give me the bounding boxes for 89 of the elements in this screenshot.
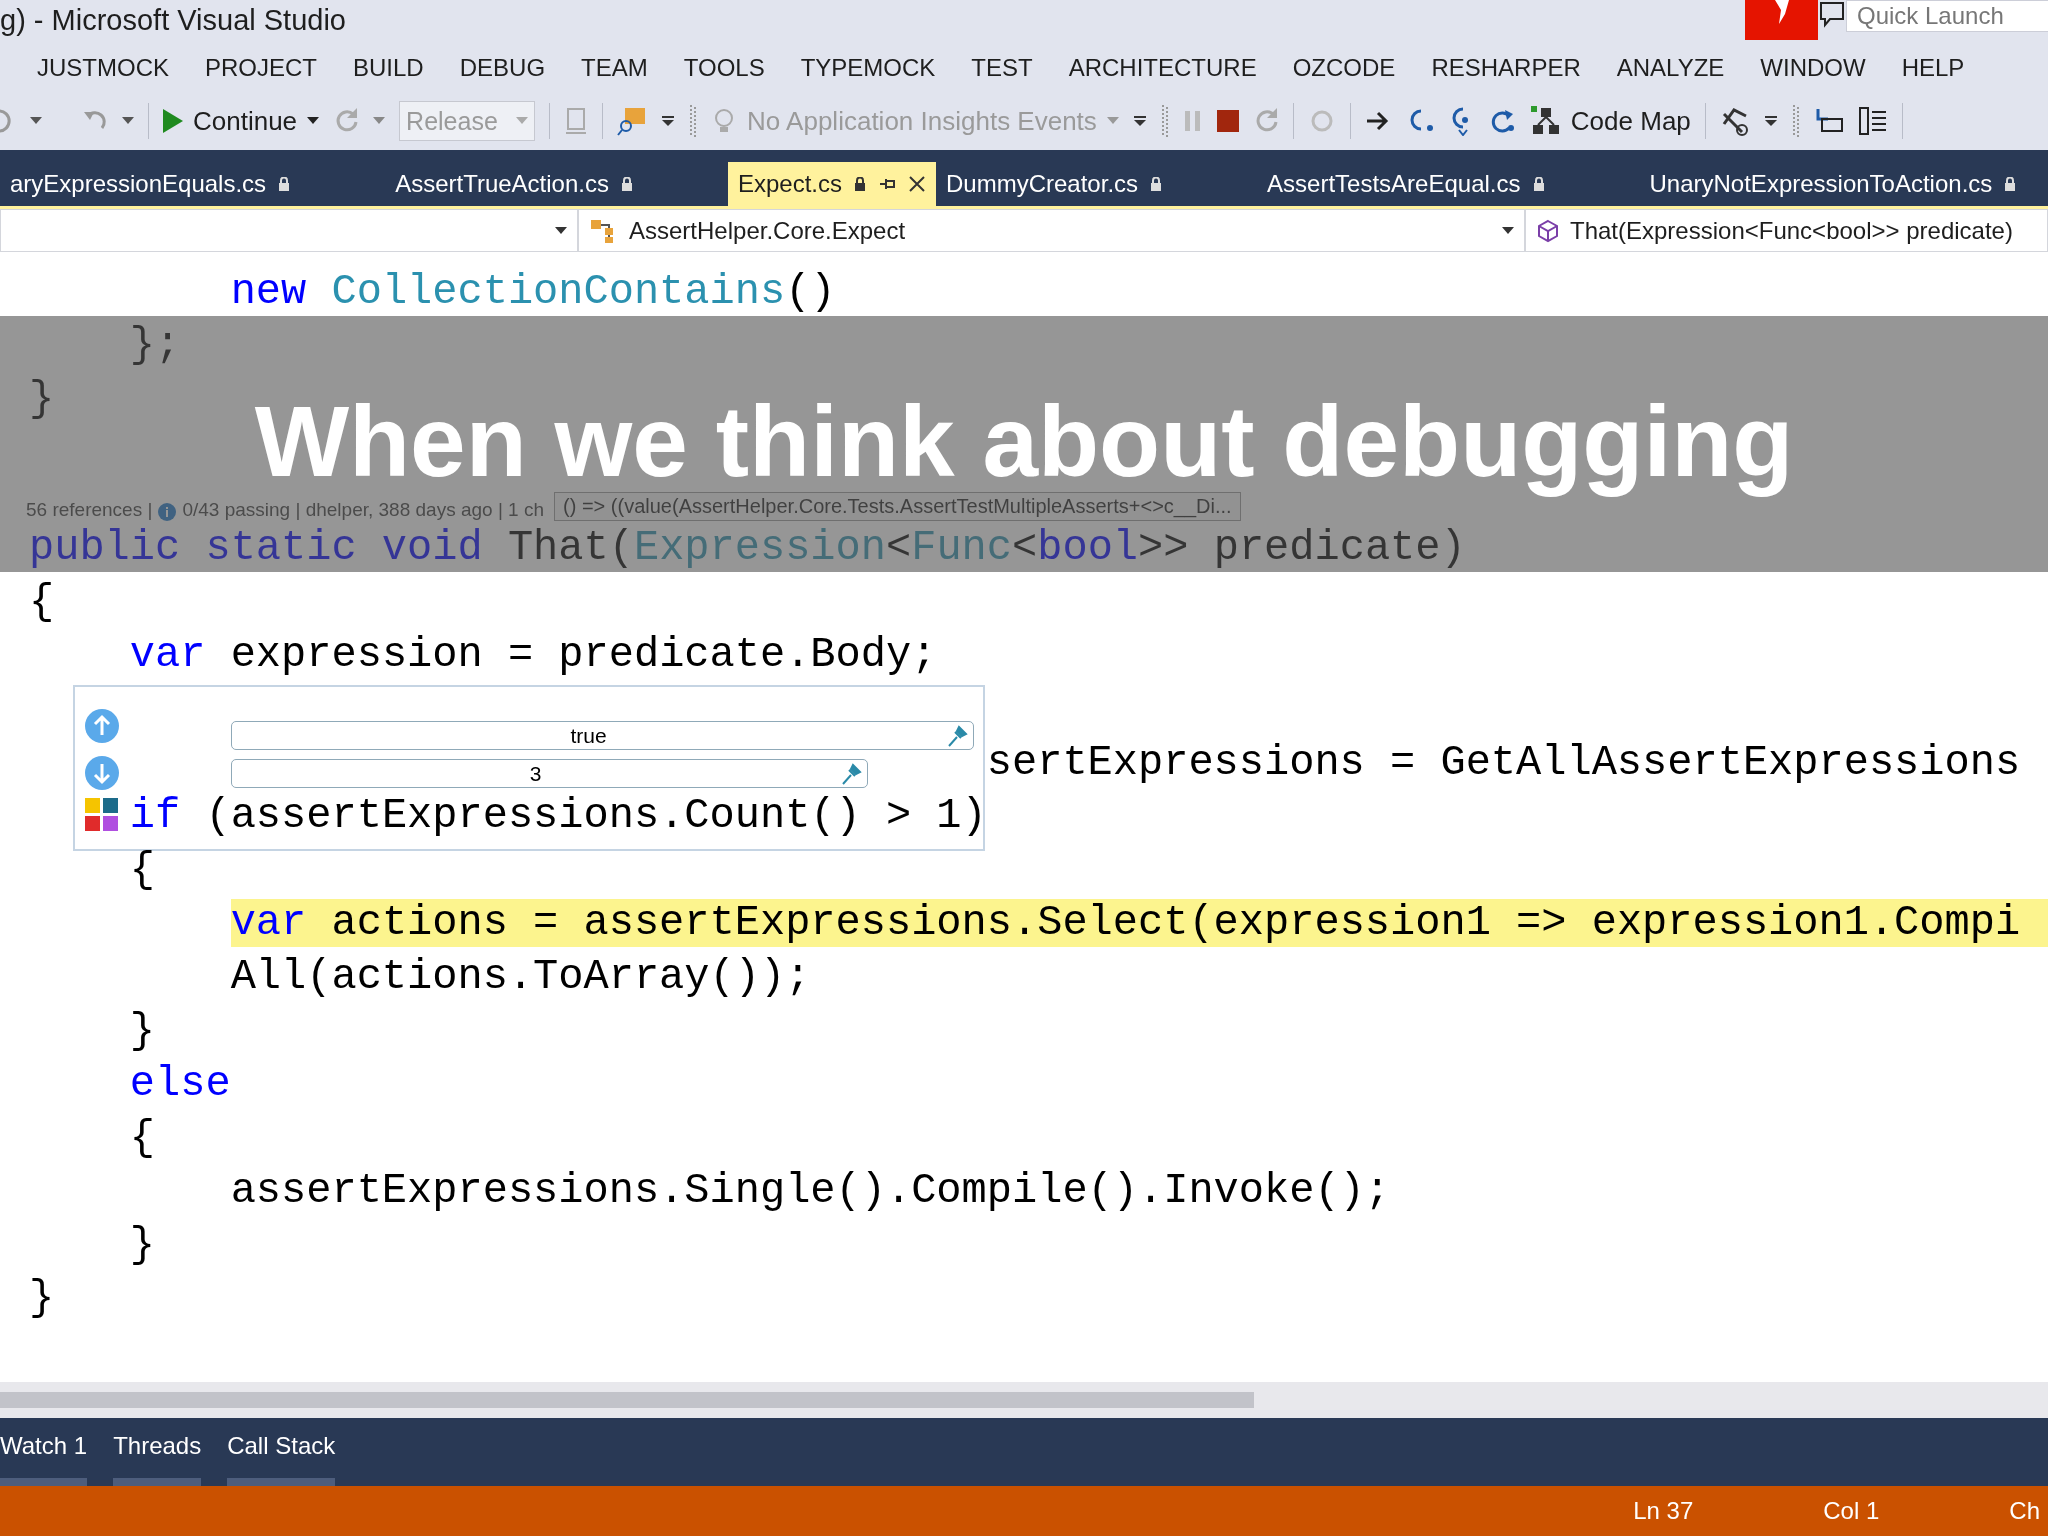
menu-item[interactable]: HELP [1901,54,1965,82]
code-line: public static void That(Expression<Func<bool>> predicate) [29,524,1466,573]
arrow-up-circle-icon [85,709,119,743]
scrollbar-thumb[interactable] [0,1392,1254,1408]
code-line: All(actions.ToArray()); [230,952,811,1001]
menu-item[interactable]: WINDOW [1760,54,1866,82]
caret-icon [30,117,42,125]
arrow-icon [1364,110,1391,132]
lock-icon [278,177,291,191]
status-text: Ln 37 [1633,1497,1694,1525]
member-dropdown[interactable]: That(Expression<Func<bool>> predicate) [1525,209,2048,252]
device-icon [564,107,589,135]
code-line: } [29,375,55,423]
lock-icon [854,177,866,191]
code-line: if (assertExpressions.Count() > 1) [129,792,987,841]
caret-icon [555,226,567,235]
caret-icon [122,117,134,125]
data-tip: () => ((value(AssertHelper.Core.Tests.AssertTestMultipleAsserts+<>c__Di... [554,492,1241,522]
menu-item[interactable]: JUSTMOCK [37,54,169,82]
pin-icon [839,761,863,786]
pin-icon [945,723,969,748]
lock-icon [2004,177,2017,191]
stop-icon [1216,110,1239,132]
code-line: { [29,577,55,626]
speech-bubble-icon [1818,0,1846,28]
code-line: else [129,1060,231,1109]
value-field: true [231,721,974,750]
menu-item[interactable]: TEST [971,54,1033,82]
caret-icon [307,117,320,125]
document-tab[interactable]: aryExpressionEquals.cs [0,162,301,206]
continue-button[interactable]: Continue [163,105,320,137]
menu-item[interactable]: ARCHITECTURE [1068,54,1257,82]
code-line: { [129,845,156,894]
document-tab[interactable]: DummyCreator.cs [936,162,1173,206]
list-icon [1857,106,1888,136]
document-tab[interactable]: AssertTestsAreEqual.cs [1257,162,1555,206]
document-tab[interactable]: UnaryNotExpressionToAction.cs [1639,162,2027,206]
code-line: new CollectionContains() [230,267,836,316]
info-icon [158,503,177,522]
code-line: } [129,1220,156,1269]
menu-item[interactable]: RESHARPER [1431,54,1581,82]
caret-icon [1106,117,1119,125]
menu-item[interactable]: PROJECT [205,54,317,82]
pause-icon [1182,109,1203,133]
find-folder-icon [617,106,648,136]
code-line: assertExpressions.Single().Compile().Invoke(); [230,1167,1391,1216]
code-line: { [129,1113,156,1162]
flag-icon [1745,0,1818,40]
status-text: Ch [2009,1497,2040,1525]
caret-icon [1502,226,1514,235]
code-map-button[interactable]: Code Map [1530,105,1691,137]
arrow-down-circle-icon [85,756,119,790]
menu-item[interactable]: TEAM [581,54,648,82]
code-line: } [129,1006,156,1055]
code-line: } [29,1274,55,1323]
status-text: Col 1 [1823,1497,1880,1525]
menu-item[interactable]: TYPEMOCK [800,54,936,82]
caret-icon [516,117,529,125]
menu-item[interactable]: BUILD [353,54,424,82]
menu-item[interactable]: ANALYZE [1616,54,1725,82]
window-title: g) - Microsoft Visual Studio [0,3,347,38]
overflow-icon [1763,115,1778,127]
code-line: }; [129,321,181,370]
type-dropdown[interactable]: AssertHelper.Core.Expect [578,209,1525,252]
hierarchy-icon [1530,106,1561,136]
grip-icon [689,104,698,138]
menu-item[interactable]: OZCODE [1292,54,1396,82]
lock-icon [1150,177,1163,191]
menu-item[interactable]: TOOLS [683,54,765,82]
lock-icon [620,177,633,191]
pin-icon [878,176,896,192]
caret-icon [373,117,386,125]
code-line: var expression = predicate.Body; [129,631,937,680]
grip-icon [1791,104,1800,138]
play-icon [163,109,183,133]
value-field: 3 [231,759,868,788]
close-icon [908,175,926,193]
quick-launch-field[interactable]: Quick Launch [1846,0,2048,32]
code-line: sertExpressions = GetAllAssertExpressions [986,738,2021,787]
grip-icon [1160,104,1169,138]
lock-icon [1532,177,1545,191]
overflow-icon [661,115,676,127]
document-tab[interactable]: Expect.cs [727,162,936,206]
document-tab[interactable]: AssertTrueAction.cs [385,162,643,206]
project-dropdown[interactable] [0,209,578,252]
overflow-icon [1132,115,1147,127]
method-icon [1536,218,1560,243]
color-squares-icon [85,798,119,832]
menu-item[interactable]: DEBUG [459,54,546,82]
